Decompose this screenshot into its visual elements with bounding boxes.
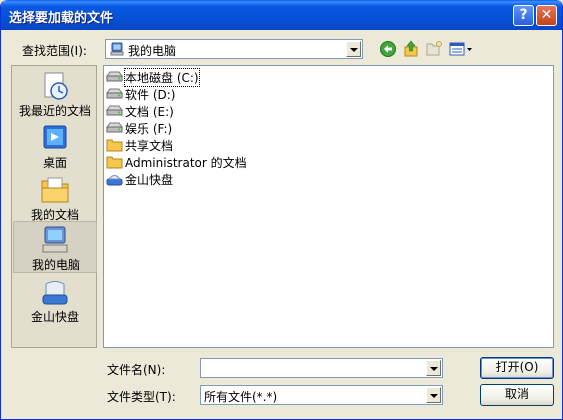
file-type-label: 文件类型(T):: [107, 390, 176, 404]
kuaipan-icon: [42, 281, 68, 305]
file-name: 娱乐 (F:): [125, 122, 173, 136]
file-type-dropdown-arrow-icon[interactable]: [426, 387, 441, 403]
file-name: 文档 (E:): [125, 105, 174, 119]
place-label: 我最近的文档: [18, 104, 91, 118]
file-name-label: 文件名(N):: [107, 363, 166, 377]
close-button[interactable]: ✕: [536, 5, 557, 26]
look-in-dropdown-arrow-icon[interactable]: [346, 41, 361, 57]
my-computer-icon: [42, 226, 68, 253]
file-name: 软件 (D:): [125, 88, 176, 102]
place-label: 金山快盘: [30, 310, 79, 324]
drive-icon: [106, 105, 123, 116]
cancel-button[interactable]: 取消: [480, 384, 554, 406]
folder-icon: [106, 156, 123, 169]
file-name-dropdown-arrow-icon[interactable]: [426, 360, 441, 376]
view-menu-icon[interactable]: [449, 40, 473, 58]
my-computer-small-icon: [110, 42, 124, 56]
drive-icon: [106, 88, 123, 99]
look-in-combo[interactable]: 我的电脑: [105, 39, 363, 59]
recent-docs-icon: [44, 72, 68, 100]
drive-icon: [106, 122, 123, 133]
dialog-title: 选择要加载的文件: [9, 11, 114, 26]
my-documents-icon: [41, 177, 69, 203]
look-in-value: 我的电脑: [128, 44, 177, 58]
file-open-dialog: 选择要加载的文件 ? ✕ 查找范围(I): 我的电脑 我最近的文档 桌面 我的文…: [0, 0, 563, 420]
title-bar[interactable]: 选择要加载的文件 ? ✕: [1, 0, 562, 30]
places-bar: 我最近的文档 桌面 我的文档 我的电脑 金山快盘: [11, 65, 97, 348]
place-recent-documents[interactable]: 我最近的文档: [13, 68, 97, 120]
file-name-input[interactable]: [200, 358, 443, 378]
drive-icon: [106, 71, 123, 82]
file-name: Administrator 的文档: [125, 156, 247, 170]
new-folder-icon[interactable]: [425, 40, 443, 58]
file-type-select[interactable]: 所有文件(*.*): [200, 385, 443, 405]
place-my-computer[interactable]: 我的电脑: [13, 221, 97, 273]
place-my-documents[interactable]: 我的文档: [13, 172, 97, 224]
place-label: 我的电脑: [31, 258, 80, 272]
up-folder-icon[interactable]: [402, 40, 420, 58]
place-kuaipan[interactable]: 金山快盘: [13, 274, 97, 326]
file-type-value: 所有文件(*.*): [204, 390, 278, 404]
look-in-label: 查找范围(I):: [22, 44, 87, 58]
help-button[interactable]: ?: [513, 5, 534, 26]
open-button[interactable]: 打开(O): [480, 357, 554, 379]
place-desktop[interactable]: 桌面: [13, 120, 97, 172]
kuaipan-icon: [106, 175, 123, 186]
desktop-icon: [43, 125, 67, 149]
back-icon[interactable]: [379, 40, 397, 58]
file-name: 金山快盘: [125, 173, 174, 187]
folder-icon: [106, 139, 123, 152]
file-list[interactable]: 本地磁盘 (C:) 软件 (D:) 文档 (E:) 娱乐 (F:) 共享文档 A…: [103, 65, 554, 348]
file-name: 本地磁盘 (C:): [124, 68, 200, 87]
place-label: 桌面: [42, 156, 67, 170]
file-name: 共享文档: [125, 139, 174, 153]
